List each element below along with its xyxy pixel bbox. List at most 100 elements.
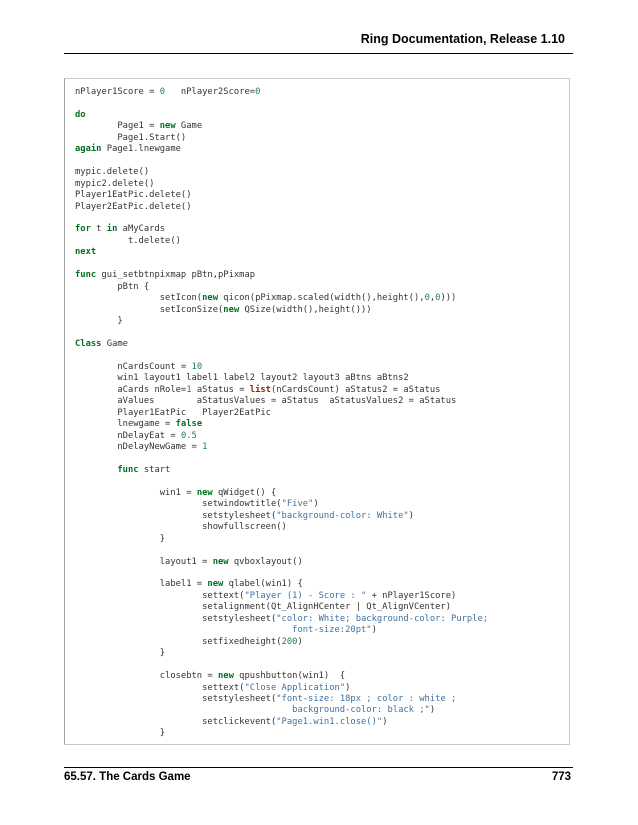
- code-token: (nCardsCount) aStatus2 = aStatus: [270, 384, 441, 395]
- code-token: layout1 =: [75, 556, 213, 567]
- code-token: 0.5: [180, 430, 197, 441]
- code-token: qpushbutton(win1) {: [233, 671, 346, 682]
- code-token: QSize(width(),height())): [239, 304, 372, 315]
- page-header-title: Ring Documentation, Release 1.10: [360, 32, 565, 46]
- code-line: Player1EatPic.delete(): [75, 190, 192, 200]
- code-token: }: [75, 533, 166, 544]
- code-token: ): [371, 625, 377, 636]
- code-token: setIconSize(: [75, 304, 224, 315]
- code-line: aCards nRole=1 aStatus = list(nCardsCoun…: [75, 385, 440, 395]
- code-line: do: [75, 110, 86, 120]
- code-token: t: [90, 224, 107, 235]
- code-token: false: [175, 419, 203, 430]
- code-token: settext(: [75, 682, 245, 693]
- code-token: mypic.delete(): [75, 167, 150, 178]
- code-line: setstylesheet("color: White; background-…: [75, 614, 488, 624]
- code-line: nDelayNewGame = 1: [75, 442, 207, 452]
- code-token: font-size:20pt": [75, 625, 372, 636]
- code-token: "font-size: 18px ; color : white ;: [276, 694, 457, 705]
- code-line: lnewgame = false: [75, 419, 202, 429]
- code-token: closebtn =: [75, 671, 218, 682]
- code-token: Game: [101, 338, 128, 349]
- code-line: layout1 = new qvboxlayout(): [75, 557, 303, 567]
- code-line: nDelayEat = 0.5: [75, 430, 197, 441]
- code-token: list: [249, 384, 271, 395]
- code-line: setclickevent("Page1.win1.close()"): [75, 716, 388, 727]
- code-token: new: [202, 293, 218, 304]
- code-line: Player1EatPic Player2EatPic: [75, 408, 271, 418]
- code-listing: nPlayer1Score = 0 nPlayer2Score=0 do Pag…: [75, 87, 488, 740]
- code-token: new: [196, 487, 213, 498]
- code-token: setstylesheet(: [75, 613, 277, 624]
- code-line: setwindowtitle("Five"): [75, 499, 319, 509]
- code-token: func: [117, 464, 139, 475]
- code-token: nCardsCount =: [75, 361, 192, 372]
- code-line: func start: [75, 465, 170, 475]
- code-line: next: [75, 247, 96, 257]
- header-rule: [64, 53, 573, 54]
- code-token: Class: [75, 338, 102, 349]
- code-token: }: [75, 316, 123, 327]
- code-token: qvboxlayout(): [228, 556, 303, 567]
- code-line: win1 layout1 label1 label2 layout2 layou…: [75, 373, 408, 383]
- code-line: label1 = new qlabel(win1) {: [75, 579, 303, 589]
- code-token: Player1EatPic.delete(): [75, 190, 192, 201]
- code-token: new: [207, 579, 224, 590]
- code-line: mypic2.delete(): [75, 179, 154, 189]
- code-token: ): [429, 705, 436, 716]
- code-line: }: [75, 728, 165, 738]
- code-token: t.delete(): [75, 235, 181, 246]
- code-token: setstylesheet(: [75, 694, 277, 705]
- code-line: mypic.delete(): [75, 167, 149, 177]
- code-token: setwindowtitle(: [75, 499, 282, 510]
- code-line: }: [75, 534, 165, 544]
- code-token: aValues aStatusValues = aStatus aStatusV…: [75, 396, 457, 407]
- code-line: }: [75, 316, 123, 327]
- code-line: nPlayer1Score = 0 nPlayer2Score=0: [75, 87, 260, 97]
- code-token: ): [408, 510, 414, 521]
- code-line: setstylesheet("background-color: White"): [75, 511, 414, 521]
- code-token: 0: [255, 87, 261, 97]
- footer-rule: [64, 767, 573, 768]
- code-token: in: [106, 224, 118, 235]
- code-line: Player2EatPic.delete(): [75, 202, 192, 212]
- code-token: ): [382, 716, 388, 727]
- code-token: background-color: black ;": [75, 705, 430, 716]
- code-token: new: [212, 556, 229, 567]
- code-token: 1: [202, 442, 208, 453]
- code-token: new: [159, 121, 176, 132]
- code-token: setalignment(Qt_AlignHCenter | Qt_AlignV…: [75, 602, 452, 613]
- code-line: font-size:20pt"): [75, 625, 377, 635]
- code-token: mypic2.delete(): [75, 178, 155, 189]
- code-token: showfullscreen(): [75, 522, 287, 533]
- code-line: Page1 = new Game: [75, 121, 202, 131]
- code-token: new: [223, 304, 240, 315]
- code-token: qlabel(win1) {: [223, 579, 303, 590]
- code-line: nCardsCount = 10: [75, 362, 202, 372]
- code-token: 10: [191, 361, 203, 372]
- code-token: ): [313, 499, 319, 510]
- code-token: Game: [175, 121, 203, 132]
- code-line: settext("Player (1) - Score : " + nPlaye…: [75, 591, 456, 601]
- code-line: pBtn {: [75, 282, 149, 292]
- code-line: closebtn = new qpushbutton(win1) {: [75, 671, 345, 681]
- code-line: setalignment(Qt_AlignHCenter | Qt_AlignV…: [75, 602, 451, 612]
- code-token: "background-color: White": [276, 510, 409, 521]
- code-token: qicon(pPixmap.scaled(width(),height(),: [218, 293, 425, 304]
- code-token: nDelayEat =: [75, 430, 181, 441]
- code-token: Page1 =: [75, 121, 160, 132]
- code-token: setstylesheet(: [75, 510, 277, 521]
- code-line: Page1.Start(): [75, 133, 186, 143]
- code-line: for t in aMyCards: [75, 224, 165, 234]
- code-token: aCards nRole=: [75, 384, 187, 395]
- code-token: nPlayer1Score =: [75, 87, 160, 97]
- code-line: func gui_setbtnpixmap pBtn,pPixmap: [75, 270, 255, 280]
- code-token: Page1.Start(): [75, 132, 187, 143]
- code-line: showfullscreen(): [75, 522, 287, 532]
- code-token: do: [75, 109, 86, 120]
- code-token: setfixedheight(: [75, 636, 282, 647]
- code-line: setstylesheet("font-size: 18px ; color :…: [75, 694, 456, 704]
- code-token: Player1EatPic Player2EatPic: [75, 407, 271, 418]
- code-token: ): [297, 636, 303, 647]
- code-line: }: [75, 648, 165, 658]
